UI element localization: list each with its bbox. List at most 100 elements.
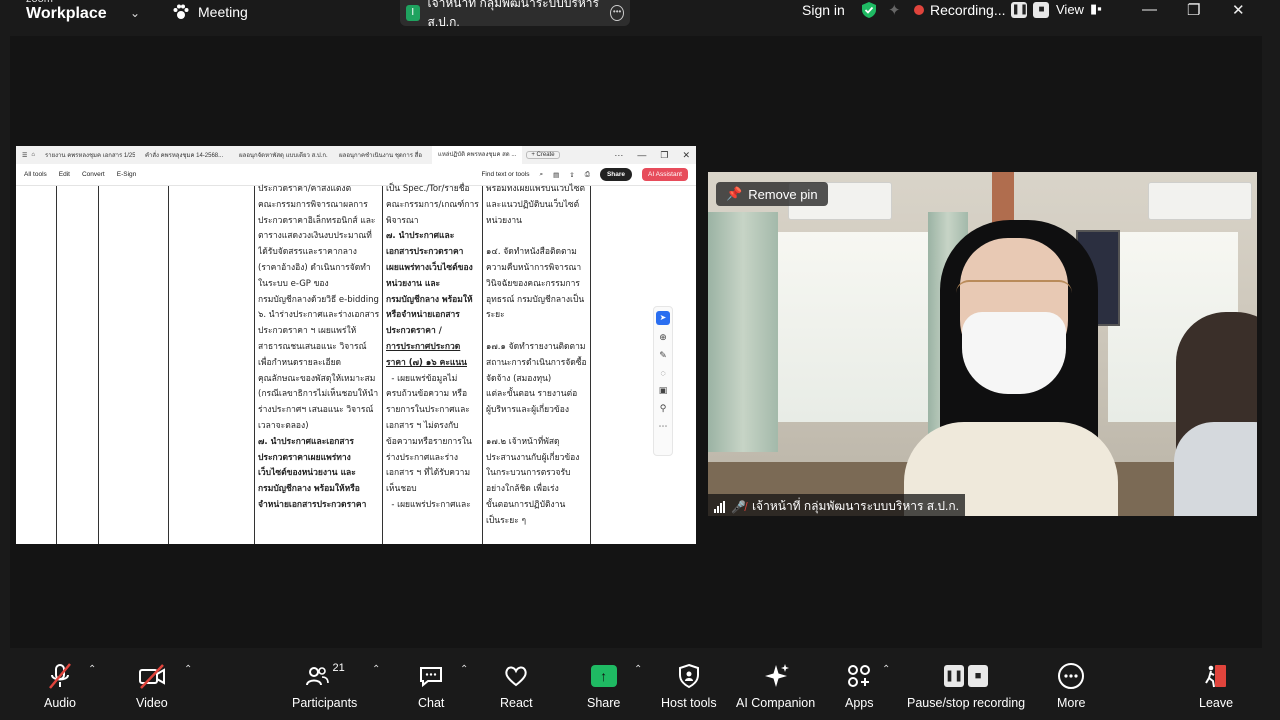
view-button[interactable]: View ▮▪	[1056, 1, 1102, 17]
chat-button[interactable]: Chat	[418, 660, 444, 710]
close-icon[interactable]: ✕	[682, 150, 690, 161]
table-column-risk: เป็น Spec./Tor/รายชื่อ คณะกรรมการ/เกณฑ์กา…	[386, 182, 480, 540]
document-text-line: การประกาศประกวด	[386, 341, 461, 352]
share-button[interactable]: ↑ Share	[587, 660, 620, 710]
document-text-line: (ราคาอ้างอิง) ดำเนินการจัดทำ	[258, 262, 371, 273]
host-tools-button[interactable]: Host tools	[661, 660, 717, 710]
document-text-line: - เผยแพร่ประกาศและ	[386, 499, 471, 510]
video-options-caret[interactable]: ⌃	[184, 664, 192, 675]
search-icon[interactable]: ⌕	[540, 171, 544, 179]
pause-stop-recording-button[interactable]: ❚❚ ■ Pause/stop recording	[907, 660, 1025, 710]
upload-icon[interactable]: ⇪	[569, 171, 574, 179]
security-shield-icon[interactable]	[860, 1, 878, 19]
document-text-line: ร่างประกาศและร่าง	[386, 452, 459, 463]
more-options-icon[interactable]: •••	[610, 5, 624, 21]
menu-esign[interactable]: E-Sign	[117, 171, 137, 178]
document-text-line: เพื่อกำหนดรายละเอียด	[258, 357, 342, 368]
share-options-caret[interactable]: ⌃	[634, 664, 642, 675]
remove-pin-button[interactable]: 📌 Remove pin	[716, 182, 828, 206]
table-border	[56, 186, 57, 544]
signal-strength-icon	[714, 500, 725, 513]
leave-label: Leave	[1199, 696, 1234, 710]
more-tools-icon[interactable]: ⋯	[659, 421, 668, 432]
find-text-field[interactable]: Find text or tools	[481, 171, 529, 178]
document-text-line: ขั้นตอนการปฏิบัติงาน	[486, 499, 566, 510]
host-shield-icon	[678, 663, 699, 689]
document-text-line: ร่างประกาศฯ เสนอแนะ วิจารณ์	[258, 405, 374, 416]
document-text-line: พิจารณา	[386, 215, 419, 226]
participant-name-bar: 🎤̸ เจ้าหน้าที่ กลุ่มพัฒนาระบบบริหาร ส.ป.…	[708, 494, 965, 516]
minimize-icon[interactable]: —	[637, 150, 646, 161]
meeting-menu[interactable]: Meeting	[172, 3, 248, 21]
document-text-line: ประกวดราคาเผยแพร่ทาง	[258, 452, 351, 463]
participants-options-caret[interactable]: ⌃	[372, 664, 380, 675]
menu-icon[interactable]: ☰	[22, 152, 27, 159]
ai-sparkle-icon[interactable]: ✦	[888, 1, 901, 19]
participants-button[interactable]: 21 Participants	[292, 660, 357, 710]
menu-edit[interactable]: Edit	[59, 171, 70, 178]
ai-companion-button[interactable]: AI Companion	[736, 660, 815, 710]
meeting-label: Meeting	[198, 4, 248, 20]
browser-tab[interactable]: รายงาน คพรหลงชุมค เอกสาร 1/2568	[39, 150, 135, 160]
browser-tab[interactable]: คำสั่ง คพรหลุงชุมค 14-2568...	[139, 150, 229, 160]
ai-assistant-button[interactable]: AI Assistant	[642, 168, 688, 181]
zoom-tool-icon[interactable]: ⊕	[659, 332, 667, 343]
new-tab-button[interactable]: + Create	[526, 151, 560, 159]
pdf-share-button[interactable]: Share	[599, 168, 633, 181]
stop-recording-icon[interactable]: ■	[1033, 2, 1050, 18]
menu-all-tools[interactable]: All tools	[24, 171, 47, 178]
video-person	[962, 312, 1066, 394]
home-icon[interactable]: ⌂	[31, 152, 35, 158]
text-box-icon[interactable]: ▣	[659, 385, 668, 396]
audio-button[interactable]: Audio	[44, 660, 76, 710]
apps-label: Apps	[845, 696, 874, 710]
document-text-line: ๗. นำประกาศและเอกสาร	[258, 436, 354, 447]
print-icon[interactable]: ⎙	[585, 171, 590, 179]
pen-icon[interactable]: ✎	[659, 350, 667, 361]
brand-text: Workplace	[26, 5, 107, 22]
document-text-line: อย่างใกล้ชิด เพื่อเร่ง	[486, 484, 559, 495]
shared-screen[interactable]: ☰ ⌂ รายงาน คพรหลงชุมค เอกสาร 1/2568 คำสั…	[16, 146, 696, 544]
document-text-line: ข้อความหรือรายการใน	[386, 436, 472, 447]
chat-options-caret[interactable]: ⌃	[460, 664, 468, 675]
document-text-line: อุทธรณ์ กรมบัญชีกลางเป็น	[486, 294, 585, 305]
document-text-line: ๑๗.๑ จัดทำรายงานติดตาม	[486, 341, 586, 352]
restore-window-icon[interactable]: ❐	[1187, 1, 1200, 19]
leave-button[interactable]: Leave	[1199, 660, 1233, 710]
document-text-line: เป็นระยะ ๆ	[486, 515, 527, 526]
minimize-icon[interactable]: —	[1142, 1, 1157, 18]
document-text-line: (กรณีเลขาธิการไม่เห็นชอบให้นำ	[258, 389, 379, 400]
view-layout-icon: ▮▪	[1089, 1, 1102, 16]
browser-tab-active[interactable]: แหล่ปฏิบัติ คพรหลงชุมค สด ...	[431, 146, 523, 164]
document-text-line: ได้รับจัดสรรและราคากลาง	[258, 247, 357, 258]
browser-tab[interactable]: ผลอนุกจัดหาพัสดุ แบบเดียว ส.ป.ก. ...	[233, 150, 329, 160]
apps-options-caret[interactable]: ⌃	[882, 664, 890, 675]
chevron-down-icon[interactable]: ⌄	[130, 6, 140, 20]
more-icon[interactable]: ···	[614, 150, 623, 161]
document-text-line: คณะกรรมการ/เกณฑ์การ	[386, 199, 479, 210]
close-icon[interactable]: ✕	[1232, 1, 1245, 19]
document-text-line: ความคืบหน้าการพิจารณา	[486, 262, 582, 273]
apps-button[interactable]: Apps	[845, 660, 874, 710]
save-icon[interactable]: ▤	[553, 171, 559, 179]
meeting-title-pill[interactable]: I เจ้าหน้าที่ กลุ่มพัฒนาระบบบริหาร ส.ป.ก…	[400, 0, 630, 29]
document-text-line: หรือจำหน่ายเอกสาร	[386, 310, 460, 321]
ai-companion-label: AI Companion	[736, 696, 816, 710]
react-button[interactable]: React	[500, 660, 533, 710]
browser-tab[interactable]: ผลอนุกาคชำเนินงาน ชุดการ สื่อ	[333, 150, 428, 160]
video-button[interactable]: Video	[136, 660, 168, 710]
zoom-workplace-logo: zoom Workplace	[26, 0, 107, 22]
lasso-icon[interactable]: ◌	[660, 368, 665, 378]
audio-options-caret[interactable]: ⌃	[88, 664, 96, 675]
remove-pin-label: Remove pin	[748, 186, 818, 202]
host-tools-label: Host tools	[661, 696, 717, 710]
participant-video-tile[interactable]: 📌 Remove pin 🎤̸ เจ้าหน้าที่ กลุ่มพัฒนาระ…	[708, 172, 1257, 516]
more-button[interactable]: More	[1057, 660, 1085, 710]
document-text-line: เว็บไซต์ของหน่วยงาน และ	[258, 468, 356, 479]
stamp-icon[interactable]: ⚲	[660, 403, 667, 414]
pause-recording-icon[interactable]: ❚❚	[1011, 2, 1028, 18]
restore-window-icon[interactable]: ❐	[660, 150, 668, 161]
menu-convert[interactable]: Convert	[82, 171, 105, 178]
select-cursor-icon[interactable]: ➤	[656, 311, 670, 325]
sign-in-link[interactable]: Sign in	[802, 2, 845, 18]
